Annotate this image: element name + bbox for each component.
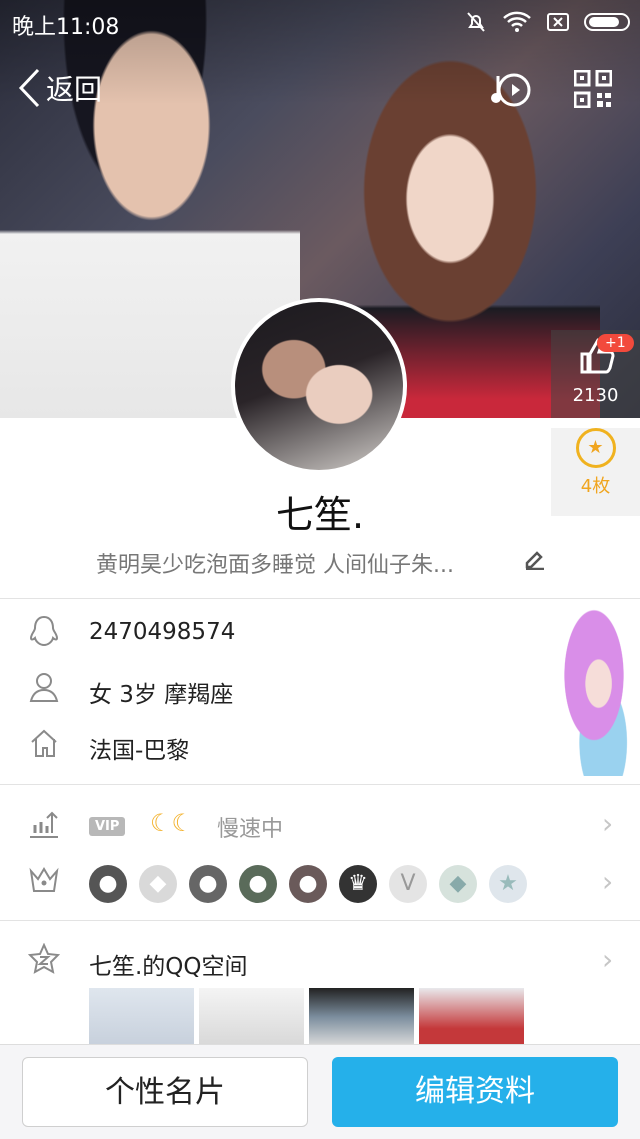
qq-number-row: 2470498574 bbox=[0, 605, 640, 661]
vip-tag: VIP bbox=[89, 817, 126, 836]
chevron-right-icon: › bbox=[602, 807, 614, 840]
status-icons bbox=[464, 10, 630, 34]
sim-off-icon bbox=[547, 13, 569, 31]
home-icon bbox=[26, 727, 62, 763]
star-medal-icon: ★ bbox=[575, 428, 616, 468]
green-diamond-badge-icon[interactable]: ◆ bbox=[439, 865, 477, 903]
qr-code-icon[interactable] bbox=[574, 70, 612, 108]
battery-icon bbox=[584, 13, 630, 31]
qzone-photo[interactable] bbox=[309, 988, 414, 1046]
qzone-photo[interactable] bbox=[419, 988, 524, 1046]
bottom-action-bar: 个性名片 编辑资料 bbox=[0, 1044, 640, 1139]
edit-profile-button[interactable]: 编辑资料 bbox=[332, 1057, 618, 1127]
badge-list: ● ◆ ● ● ● ♛ V ◆ ★ bbox=[89, 865, 527, 903]
cloud-v-badge-icon[interactable]: V bbox=[389, 865, 427, 903]
like-delta-badge: +1 bbox=[597, 334, 634, 352]
status-time: 晚上11:08 bbox=[12, 15, 120, 40]
like-button[interactable]: +1 2130 bbox=[551, 330, 640, 418]
divider bbox=[0, 920, 640, 921]
penguin-game-badge-icon[interactable]: ● bbox=[289, 865, 327, 903]
badges-row[interactable]: ● ◆ ● ● ● ♛ V ◆ ★ › bbox=[0, 855, 640, 911]
qzone-photo[interactable] bbox=[199, 988, 304, 1046]
profile-name: 七笙. bbox=[275, 493, 365, 537]
music-icon[interactable] bbox=[488, 70, 532, 119]
divider bbox=[0, 784, 640, 785]
chevron-left-icon bbox=[18, 68, 40, 108]
moon-level-icon: ☾☾ bbox=[150, 809, 194, 837]
penguin-icon bbox=[26, 615, 62, 651]
profile-avatar[interactable] bbox=[231, 298, 407, 474]
diamond-badge-icon[interactable]: ◆ bbox=[139, 865, 177, 903]
qzone-photo-list bbox=[89, 988, 524, 1046]
crown-penguin-badge-icon[interactable]: ♛ bbox=[339, 865, 377, 903]
growth-chart-icon bbox=[26, 807, 62, 843]
penguin-lightning-badge-icon[interactable]: ● bbox=[239, 865, 277, 903]
likes-count: 2130 bbox=[572, 385, 619, 406]
divider bbox=[0, 598, 640, 599]
basic-info: 女 3岁 摩羯座 bbox=[89, 682, 234, 708]
vip-row[interactable]: VIP ☾☾ 慢速中 › bbox=[0, 797, 640, 853]
location-row: 法国-巴黎 bbox=[0, 717, 640, 773]
status-bar: 晚上11:08 bbox=[0, 0, 640, 44]
top-nav: 返回 bbox=[0, 60, 640, 120]
qzone-row[interactable]: 七笙.的QQ空间 › bbox=[0, 933, 640, 989]
profile-card-button[interactable]: 个性名片 bbox=[22, 1057, 308, 1127]
penguin-badge-icon[interactable]: ● bbox=[89, 865, 127, 903]
profile-signature[interactable]: 黄明昊少吃泡面多睡觉 人间仙子朱... bbox=[96, 547, 516, 579]
qzone-star-icon bbox=[26, 942, 62, 979]
mute-bell-icon bbox=[467, 12, 485, 32]
back-label: 返回 bbox=[46, 73, 103, 106]
penguin-star-badge-icon[interactable]: ● bbox=[189, 865, 227, 903]
basic-info-row: 女 3岁 摩羯座 bbox=[0, 661, 640, 717]
chevron-right-icon: › bbox=[602, 943, 614, 976]
location: 法国-巴黎 bbox=[89, 738, 190, 764]
qzone-photo[interactable] bbox=[89, 988, 194, 1046]
star-badge-icon[interactable]: ★ bbox=[489, 865, 527, 903]
chevron-right-icon: › bbox=[602, 865, 614, 898]
side-panel: +1 2130 ★ 4枚 bbox=[551, 330, 640, 516]
speed-status: 慢速中 bbox=[217, 817, 284, 842]
wifi-icon bbox=[503, 11, 531, 32]
person-icon bbox=[26, 671, 62, 707]
qq-number[interactable]: 2470498574 bbox=[89, 619, 235, 645]
qzone-title: 七笙.的QQ空间 bbox=[89, 954, 248, 980]
back-button[interactable]: 返回 bbox=[18, 68, 102, 108]
edit-pen-icon[interactable] bbox=[524, 548, 546, 576]
crown-icon bbox=[26, 865, 62, 901]
